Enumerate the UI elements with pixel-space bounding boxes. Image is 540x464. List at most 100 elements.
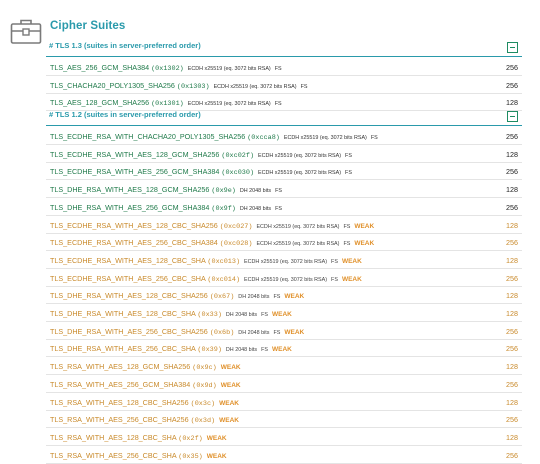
- cipher-name: TLS_ECDHE_RSA_WITH_AES_256_CBC_SHA: [50, 273, 206, 283]
- key-bits: 256: [506, 273, 518, 283]
- cipher-row: TLS_ECDHE_RSA_WITH_AES_256_GCM_SHA384 (0…: [46, 163, 522, 181]
- cipher-row: TLS_DHE_RSA_WITH_AES_128_GCM_SHA256 (0x9…: [46, 181, 522, 199]
- cipher-row: TLS_RSA_WITH_AES_256_GCM_SHA384 (0x9d) WE…: [46, 376, 522, 393]
- forward-secrecy-label: FS: [261, 312, 268, 318]
- forward-secrecy-label: FS: [261, 347, 268, 354]
- key-exchange: ECDH x25519 (eq. 3072 bits RSA): [256, 241, 340, 248]
- forward-secrecy-label: FS: [273, 329, 281, 336]
- cipher-info: TLS_RSA_WITH_AES_128_GCM_SHA256 (0x9c) WE…: [50, 362, 241, 372]
- cipher-row: TLS_DHE_RSA_WITH_AES_256_CBC_SHA256 (0x6…: [46, 323, 522, 340]
- cipher-hex: (0x3d): [190, 417, 216, 426]
- section-title: # TLS 1.2 (suites in server-preferred or…: [49, 110, 201, 119]
- cipher-row: TLS_DHE_RSA_WITH_AES_256_GCM_SHA384 (0x9…: [46, 199, 522, 216]
- cipher-hex: (0xc02f): [221, 151, 255, 160]
- cipher-row: TLS_DHE_RSA_WITH_AES_256_CBC_SHA (0x39) D…: [46, 340, 522, 358]
- forward-secrecy-label: FS: [300, 83, 308, 90]
- cipher-hex: (0xcca8): [247, 134, 280, 142]
- key-exchange: DH 2048 bits: [239, 188, 272, 195]
- key-bits: 128: [506, 185, 518, 195]
- forward-secrecy-label: FS: [275, 205, 282, 212]
- key-bits: 256: [506, 238, 518, 248]
- key-exchange: ECDH x25519 (eq. 3072 bits RSA): [244, 258, 328, 265]
- forward-secrecy-label: FS: [331, 258, 338, 265]
- key-exchange: DH 2048 bits: [225, 312, 258, 318]
- forward-secrecy-label: FS: [331, 276, 338, 283]
- key-exchange: ECDH x25519 (eq. 3072 bits RSA): [244, 276, 328, 283]
- weak-badge: WEAK: [271, 346, 292, 354]
- cipher-row: TLS_ECDHE_RSA_WITH_AES_256_CBC_SHA384 (0…: [46, 234, 522, 252]
- weak-badge: WEAK: [284, 328, 305, 336]
- cipher-name: TLS_DHE_RSA_WITH_AES_256_GCM_SHA384: [50, 202, 210, 212]
- key-bits: 256: [506, 326, 518, 336]
- weak-badge: WEAK: [219, 417, 239, 425]
- collapse-minus-icon[interactable]: [507, 42, 518, 53]
- cipher-info: TLS_DHE_RSA_WITH_AES_128_CBC_SHA256 (0x6…: [50, 291, 304, 301]
- forward-secrecy-label: FS: [274, 66, 282, 72]
- weak-badge: WEAK: [206, 452, 227, 460]
- cipher-info: TLS_ECDHE_RSA_WITH_AES_128_CBC_SHA (0xc0…: [50, 256, 362, 266]
- cipher-row: TLS_RSA_WITH_AES_256_CBC_SHA (0x35) WEAK 2…: [46, 447, 522, 464]
- key-bits: 128: [506, 220, 518, 230]
- section-title: # TLS 1.3 (suites in server-preferred or…: [49, 41, 201, 50]
- cipher-hex: (0x1303): [176, 82, 210, 91]
- cipher-row: TLS_ECDHE_RSA_WITH_AES_128_CBC_SHA256 (0…: [46, 217, 522, 234]
- key-exchange: ECDH x25519 (eq. 3072 bits RSA): [256, 223, 340, 230]
- cipher-hex: (0x33): [197, 311, 222, 319]
- forward-secrecy-label: FS: [343, 241, 351, 248]
- page-title: Cipher Suites: [50, 20, 126, 32]
- cipher-name: TLS_CHACHA20_POLY1305_SHA256: [50, 80, 175, 90]
- key-bits: 128: [506, 255, 518, 265]
- cipher-hex: (0xc030): [221, 169, 255, 178]
- key-bits: 128: [506, 362, 518, 372]
- cipher-row: TLS_DHE_RSA_WITH_AES_128_CBC_SHA256 (0x6…: [46, 287, 522, 305]
- cipher-name: TLS_AES_128_GCM_SHA256: [50, 98, 150, 108]
- key-exchange: ECDH x25519 (eq. 3072 bits RSA): [187, 101, 271, 108]
- cipher-hex: (0xc013): [207, 257, 241, 266]
- cipher-hex: (0x3c): [190, 399, 216, 408]
- cipher-hex: (0x9e): [211, 187, 236, 196]
- cipher-info: TLS_RSA_WITH_AES_128_CBC_SHA (0x2f) WEAK: [50, 433, 227, 443]
- cipher-name: TLS_DHE_RSA_WITH_AES_256_CBC_SHA: [50, 344, 196, 354]
- cipher-name: TLS_ECDHE_RSA_WITH_CHACHA20_POLY1305_SHA…: [50, 132, 246, 141]
- collapse-minus-icon[interactable]: [507, 111, 518, 122]
- weak-badge: WEAK: [271, 311, 292, 318]
- key-bits: 128: [506, 397, 518, 407]
- cipher-name: TLS_RSA_WITH_AES_128_GCM_SHA256: [50, 362, 191, 372]
- section-tls13: # TLS 1.3 (suites in server-preferred or…: [46, 40, 522, 112]
- weak-badge: WEAK: [341, 257, 362, 265]
- cipher-name: TLS_DHE_RSA_WITH_AES_128_CBC_SHA256: [50, 291, 208, 301]
- key-bits: 256: [506, 63, 518, 72]
- cipher-row: TLS_CHACHA20_POLY1305_SHA256 (0x1303) ECD…: [46, 77, 522, 94]
- weak-badge: WEAK: [206, 434, 227, 442]
- cipher-row: TLS_ECDHE_RSA_WITH_AES_128_GCM_SHA256 (0…: [46, 146, 522, 163]
- key-bits: 256: [506, 167, 518, 177]
- key-exchange: DH 2048 bits: [238, 329, 270, 336]
- forward-secrecy-label: FS: [343, 223, 351, 230]
- cipher-info: TLS_DHE_RSA_WITH_AES_128_CBC_SHA (0x33) D…: [50, 309, 292, 319]
- cipher-info: TLS_ECDHE_RSA_WITH_AES_256_CBC_SHA384 (0…: [50, 238, 374, 248]
- cipher-row: TLS_ECDHE_RSA_WITH_CHACHA20_POLY1305_SHA…: [46, 128, 522, 145]
- cipher-hex: (0x1301): [151, 100, 184, 109]
- key-exchange: ECDH x25519 (eq. 3072 bits RSA): [213, 83, 297, 90]
- cipher-hex: (0x1302): [151, 65, 184, 73]
- key-exchange: ECDH x25519 (eq. 3072 bits RSA): [258, 170, 342, 177]
- cipher-hex: (0x2f): [178, 434, 203, 443]
- cipher-info: TLS_ECDHE_RSA_WITH_AES_128_CBC_SHA256 (0…: [50, 221, 374, 231]
- forward-secrecy-label: FS: [370, 135, 378, 141]
- cipher-hex: (0xc014): [207, 275, 241, 284]
- cipher-name: TLS_RSA_WITH_AES_128_CBC_SHA256: [50, 397, 189, 407]
- key-bits: 128: [506, 149, 518, 159]
- section-tls12: # TLS 1.2 (suites in server-preferred or…: [46, 109, 522, 464]
- forward-secrecy-label: FS: [273, 294, 281, 301]
- key-bits: 256: [506, 132, 518, 141]
- key-bits: 256: [506, 415, 518, 425]
- cipher-info: TLS_CHACHA20_POLY1305_SHA256 (0x1303) ECD…: [50, 81, 307, 91]
- cipher-hex: (0xc028): [219, 240, 253, 249]
- cipher-info: TLS_AES_128_GCM_SHA256 (0x1301) ECDH x255…: [50, 98, 282, 108]
- cipher-info: TLS_ECDHE_RSA_WITH_CHACHA20_POLY1305_SHA…: [50, 132, 378, 142]
- cipher-hex: (0x35): [178, 452, 203, 461]
- cipher-info: TLS_RSA_WITH_AES_128_CBC_SHA256 (0x3c) WE…: [50, 398, 239, 408]
- cipher-row: TLS_AES_256_GCM_SHA384 (0x1302) ECDH x255…: [46, 59, 522, 76]
- cipher-row: TLS_DHE_RSA_WITH_AES_128_CBC_SHA (0x33) D…: [46, 305, 522, 322]
- cipher-name: TLS_DHE_RSA_WITH_AES_128_CBC_SHA: [50, 309, 196, 318]
